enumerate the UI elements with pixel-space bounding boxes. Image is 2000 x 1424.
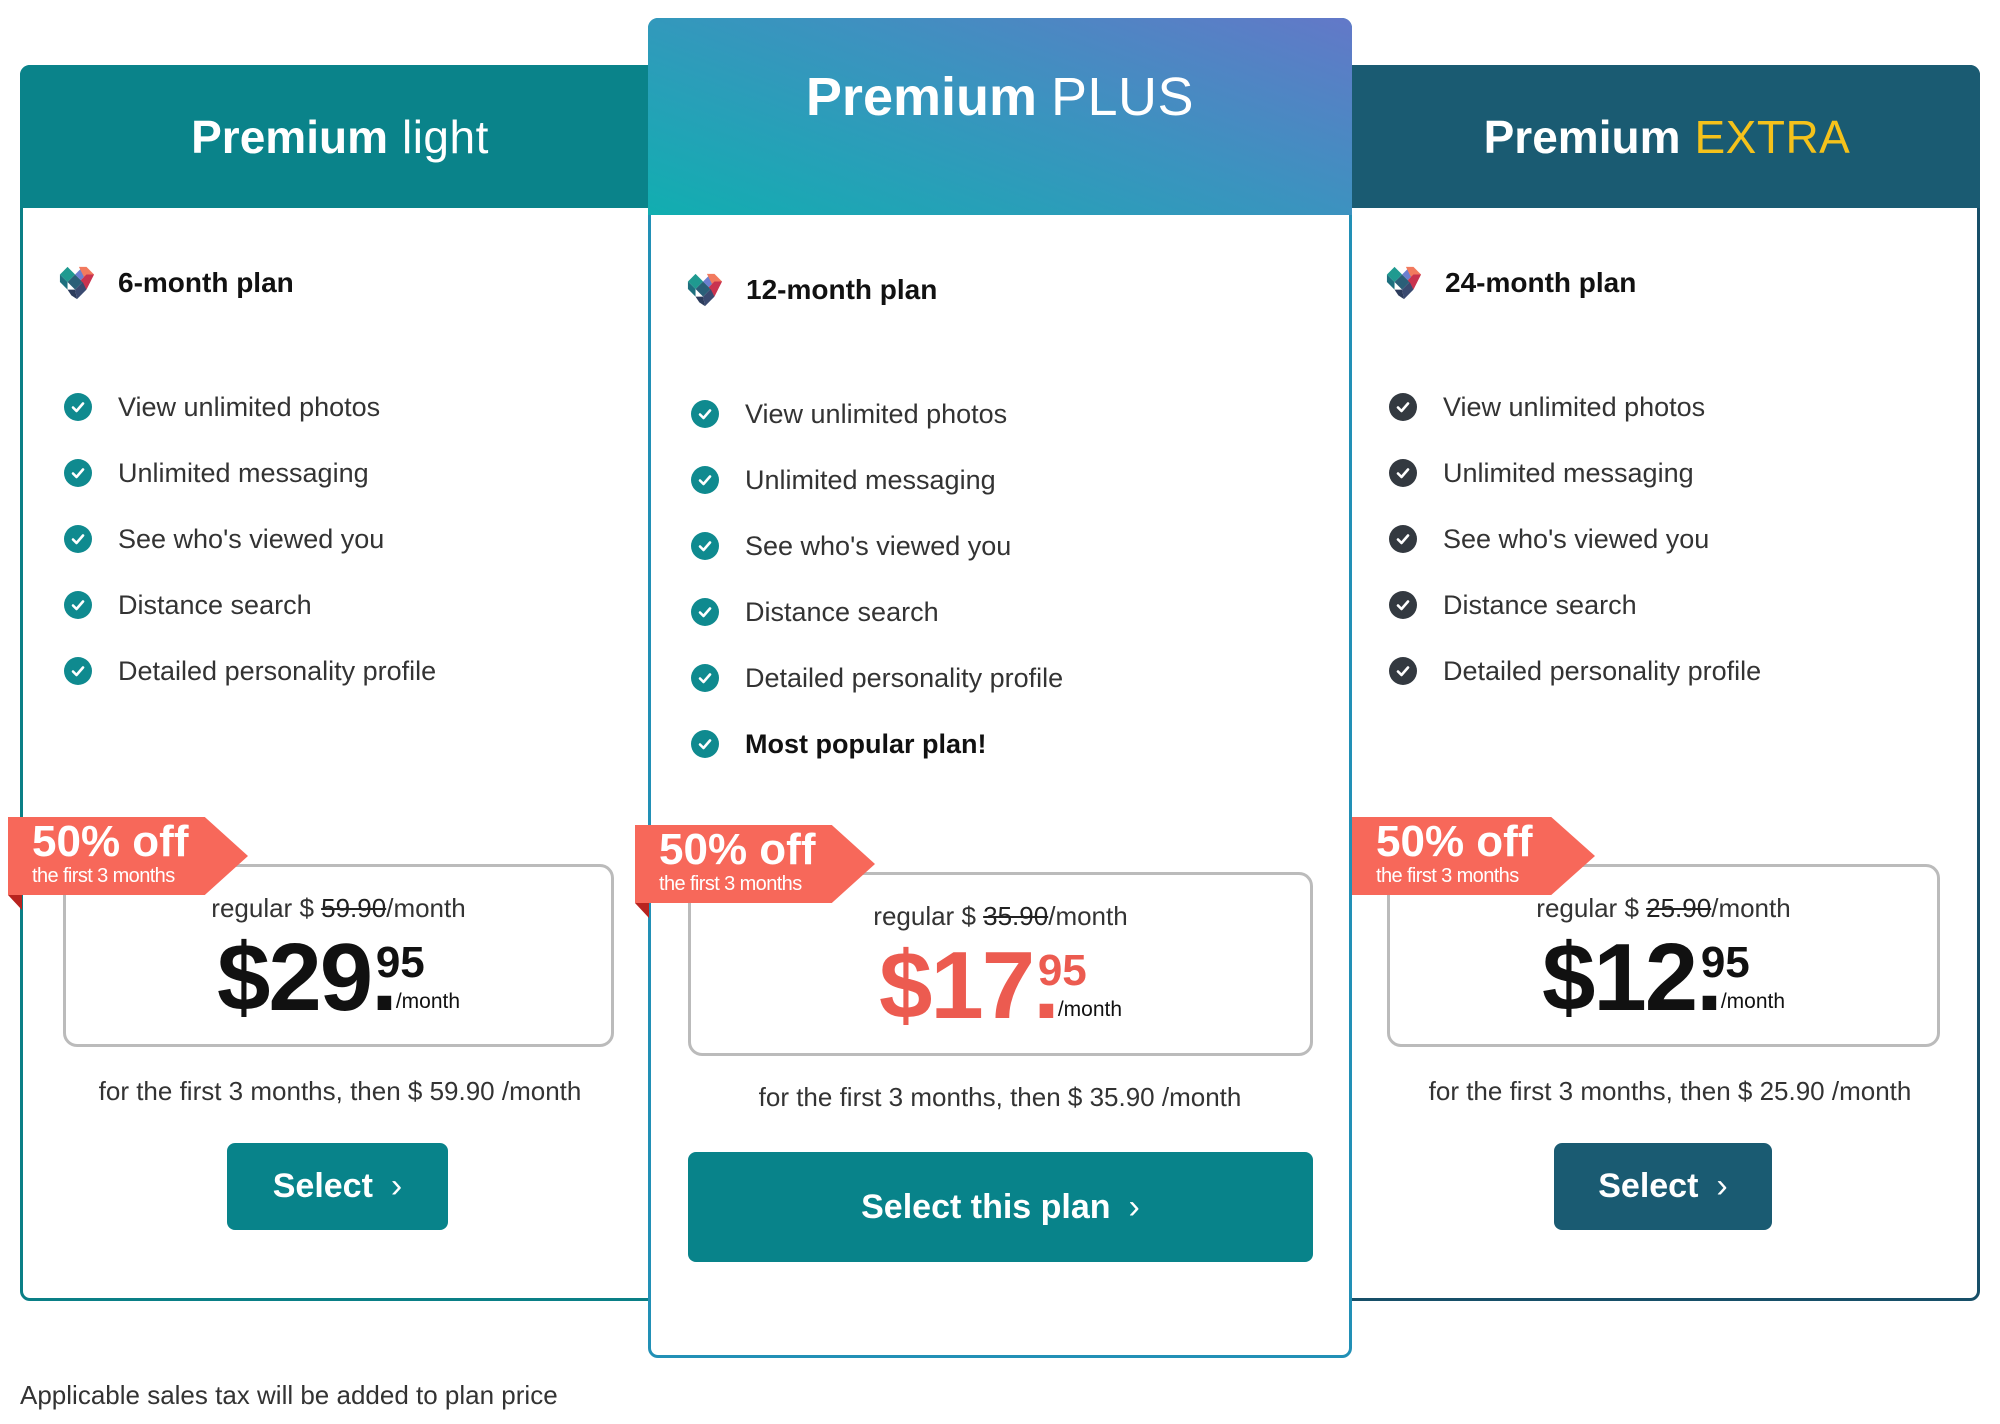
feature-item: Unlimited messaging — [64, 440, 436, 506]
feature-list: View unlimited photos Unlimited messagin… — [64, 374, 436, 704]
renewal-note: for the first 3 months, then $ 25.90 /mo… — [1428, 1076, 1912, 1106]
renewal-note: for the first 3 months, then $ 35.90 /mo… — [758, 1082, 1242, 1112]
chevron-right-icon: › — [1716, 1167, 1728, 1205]
discounted-price: $12. 95/month — [1541, 924, 1786, 1031]
discount-ribbon: 50% off the first 3 months — [1352, 817, 1595, 895]
plan-duration: 24-month plan — [1385, 265, 1636, 301]
plan-title-light: EXTRA — [1694, 110, 1851, 163]
plan-header: Premium PLUS — [648, 18, 1352, 215]
discount-ribbon: 50% off the first 3 months — [635, 825, 875, 903]
check-circle-icon — [691, 730, 719, 758]
plan-duration: 6-month plan — [58, 265, 294, 301]
select-premium-plus-button[interactable]: Select this plan › — [688, 1152, 1313, 1262]
feature-item: View unlimited photos — [1389, 374, 1761, 440]
ribbon-fold — [8, 895, 22, 910]
chevron-right-icon: › — [390, 1167, 403, 1205]
select-premium-extra-button[interactable]: Select › — [1554, 1143, 1772, 1230]
plan-title-light: PLUS — [1051, 66, 1195, 127]
feature-item: See who's viewed you — [64, 506, 436, 572]
plan-title-strong: Premium — [1483, 110, 1681, 163]
feature-item: See who's viewed you — [1389, 506, 1761, 572]
regular-price-struck: 35.90 — [983, 901, 1049, 931]
check-circle-icon — [1389, 657, 1417, 685]
check-circle-icon — [64, 591, 92, 619]
heart-logo-icon — [1386, 266, 1422, 300]
plan-title-strong: Premium — [805, 66, 1037, 127]
feature-list: View unlimited photos Unlimited messagin… — [691, 381, 1063, 777]
check-circle-icon — [1389, 393, 1417, 421]
select-premium-light-button[interactable]: Select › — [227, 1143, 448, 1230]
discounted-price: $29. 95/month — [216, 924, 461, 1031]
sales-tax-note: Applicable sales tax will be added to pl… — [20, 1380, 558, 1410]
feature-item: Detailed personality profile — [691, 645, 1063, 711]
heart-logo-icon — [59, 266, 95, 300]
regular-price: regular $ 35.90/month — [873, 901, 1128, 931]
feature-item: Detailed personality profile — [64, 638, 436, 704]
check-circle-icon — [1389, 525, 1417, 553]
regular-price: regular $ 25.90/month — [1536, 893, 1791, 923]
feature-item: Distance search — [64, 572, 436, 638]
regular-price-struck: 59.90 — [321, 893, 387, 923]
feature-item: Unlimited messaging — [691, 447, 1063, 513]
plan-title-strong: Premium — [191, 110, 388, 163]
plan-header: Premium EXTRA — [1340, 65, 1980, 208]
check-circle-icon — [691, 598, 719, 626]
feature-item: Unlimited messaging — [1389, 440, 1761, 506]
plan-header: Premium light — [20, 65, 660, 208]
check-circle-icon — [64, 657, 92, 685]
chevron-right-icon: › — [1128, 1187, 1140, 1226]
check-circle-icon — [1389, 591, 1417, 619]
check-circle-icon — [691, 532, 719, 560]
check-circle-icon — [64, 459, 92, 487]
regular-price-struck: 25.90 — [1646, 893, 1712, 923]
feature-item: See who's viewed you — [691, 513, 1063, 579]
plan-duration-label: 12-month plan — [746, 274, 938, 305]
check-circle-icon — [64, 393, 92, 421]
discount-ribbon: 50% off the first 3 months — [8, 817, 248, 895]
plan-title-light: light — [401, 110, 489, 163]
feature-list: View unlimited photos Unlimited messagin… — [1389, 374, 1761, 704]
discounted-price: $17. 95/month — [878, 932, 1123, 1039]
feature-item: Distance search — [1389, 572, 1761, 638]
plan-duration: 12-month plan — [686, 272, 937, 308]
feature-item: View unlimited photos — [64, 374, 436, 440]
regular-price: regular $ 59.90/month — [211, 893, 466, 923]
check-circle-icon — [64, 525, 92, 553]
feature-item-most-popular: Most popular plan! — [691, 711, 1063, 777]
plan-duration-label: 6-month plan — [118, 267, 294, 298]
check-circle-icon — [691, 466, 719, 494]
feature-item: View unlimited photos — [691, 381, 1063, 447]
heart-logo-icon — [687, 273, 723, 307]
feature-item: Distance search — [691, 579, 1063, 645]
plan-duration-label: 24-month plan — [1445, 267, 1637, 298]
feature-item: Detailed personality profile — [1389, 638, 1761, 704]
check-circle-icon — [1389, 459, 1417, 487]
check-circle-icon — [691, 664, 719, 692]
renewal-note: for the first 3 months, then $ 59.90 /mo… — [98, 1076, 582, 1106]
ribbon-fold — [635, 903, 649, 918]
check-circle-icon — [691, 400, 719, 428]
